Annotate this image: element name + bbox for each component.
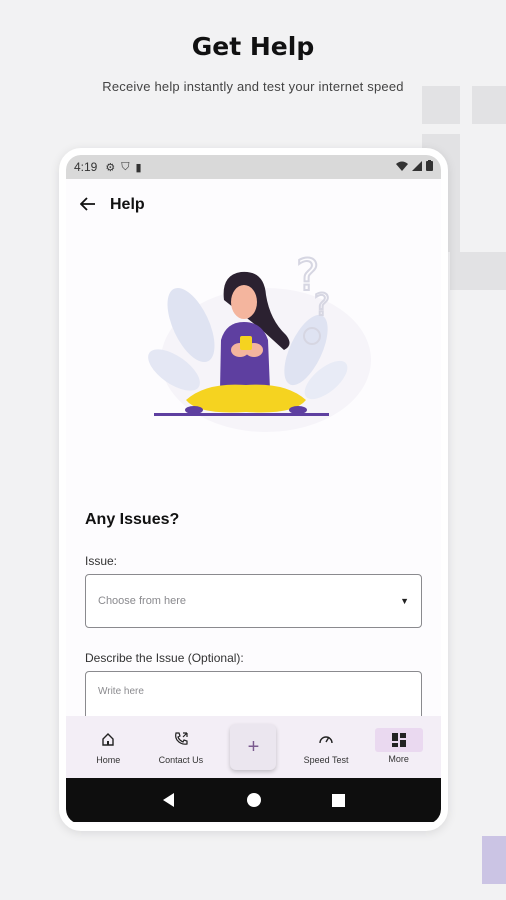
system-back-icon[interactable] [159,790,179,810]
sim-icon: ▮ [135,161,142,174]
grid-icon [374,728,423,752]
nav-contact-label: Contact Us [158,755,204,765]
issue-label: Issue: [85,554,118,568]
section-title: Any Issues? [85,511,180,528]
wifi-icon [396,160,408,174]
hero-subtitle: Receive help instantly and test your int… [102,79,404,94]
caret-down-icon: ▼ [400,596,409,606]
app-bar: Help [66,185,441,225]
phone-frame: 4:19 ⚙ ⛉ ▮ Help ? ? Any Issues? Issue: C… [59,148,448,831]
describe-placeholder: Write here [98,686,144,697]
nav-home-label: Home [96,755,121,765]
svg-text:?: ? [314,288,330,323]
nav-speed-test[interactable]: Speed Test [293,729,359,765]
issue-select-placeholder: Choose from here [98,595,187,607]
decor-square [450,252,506,290]
system-home-icon[interactable] [244,790,264,810]
nav-add[interactable]: + [220,724,286,770]
page-title: Help [110,196,145,213]
speedometer-icon [318,729,334,749]
status-time: 4:19 [74,160,98,174]
issue-select[interactable]: Choose from here ▼ [85,574,422,628]
shield-icon: ⛉ [121,160,130,173]
bottom-nav: Home Contact Us + Speed Test More [66,716,441,778]
back-arrow-icon[interactable] [79,195,104,216]
battery-icon [426,160,433,174]
app-screen: 4:19 ⚙ ⛉ ▮ Help ? ? Any Issues? Issue: C… [66,155,441,824]
decor-square [482,836,506,884]
add-icon[interactable]: + [230,724,277,770]
nav-speed-test-label: Speed Test [303,755,349,765]
nav-contact-us[interactable]: Contact Us [148,729,214,765]
hero-title: Get Help [191,32,315,61]
describe-label: Describe the Issue (Optional): [85,651,244,665]
settings-icon: ⚙ [105,161,116,174]
status-bar: 4:19 ⚙ ⛉ ▮ [66,155,441,179]
nav-home[interactable]: Home [75,729,141,765]
signal-icon [412,160,422,174]
nav-more-label: More [388,754,409,764]
system-recents-icon[interactable] [329,790,349,810]
home-icon [101,729,115,749]
help-illustration: ? ? [148,250,371,432]
phone-icon [173,729,189,749]
system-nav-bar [66,778,441,822]
nav-more[interactable]: More [366,728,432,764]
